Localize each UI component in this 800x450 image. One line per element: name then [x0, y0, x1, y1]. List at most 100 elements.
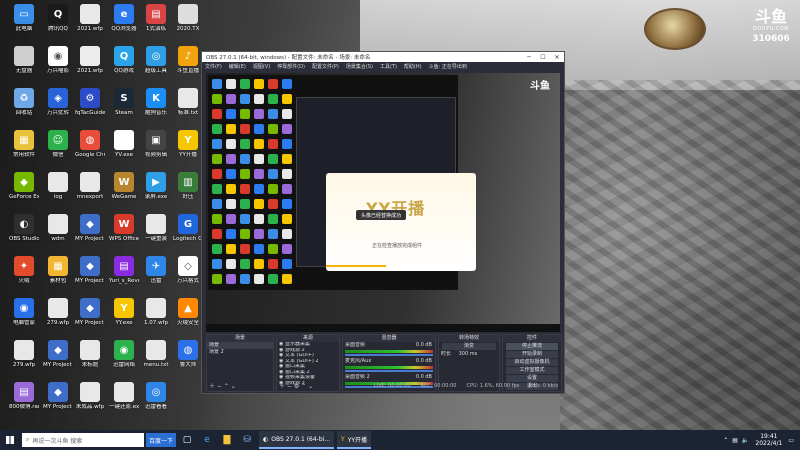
- desktop-icon[interactable]: 一键重装: [141, 214, 171, 250]
- desktop-icon[interactable]: 标准.txt: [173, 88, 203, 124]
- scene-item[interactable]: 场景 2: [207, 349, 273, 356]
- minimize-icon[interactable]: ─: [522, 54, 536, 61]
- desktop-icon[interactable]: ◎ 超级工具: [141, 46, 171, 82]
- desktop-icon[interactable]: ▤ 1式演练: [141, 4, 171, 40]
- duration-input[interactable]: 300 ms: [459, 351, 478, 357]
- desktop-icon[interactable]: K 酷狗音乐: [141, 88, 171, 124]
- menu-item[interactable]: 文件(F): [205, 63, 222, 70]
- yy-splash[interactable]: YY开播 头像已经替换成功 正在检查播放完成组件: [326, 173, 476, 271]
- control-button[interactable]: 工作室模式: [506, 367, 558, 374]
- volume-icon[interactable]: 🔈: [742, 437, 749, 444]
- search-input[interactable]: 再说一次斗鱼 搜索: [32, 436, 82, 445]
- desktop-icon[interactable]: ◉ 电脑管家: [9, 298, 39, 334]
- obs-preview[interactable]: 斗鱼 YY开播 头像已经替换成功 正在检查播放完成组件: [206, 73, 560, 332]
- desktop-icon[interactable]: ◉ 万兴喵影: [43, 46, 73, 82]
- clock[interactable]: 19:41 2022/4/1: [755, 433, 782, 447]
- desktop-icon[interactable]: ▲ 火绒安全: [173, 298, 203, 334]
- desktop-icon[interactable]: e QQ浏览器: [109, 4, 139, 40]
- desktop-icon[interactable]: ◇ 万兴格式: [173, 256, 203, 292]
- desktop-icon[interactable]: ◆ GeForce Experience: [9, 172, 39, 208]
- desktop-icon[interactable]: 未标题: [75, 340, 105, 376]
- volume-slider[interactable]: [345, 370, 433, 372]
- desktop-icon[interactable]: Y YY.exe: [109, 298, 139, 334]
- desktop-icon[interactable]: Y YY开播: [173, 130, 203, 166]
- transition-select[interactable]: 渐变: [442, 343, 496, 350]
- task-view-icon[interactable]: ▢: [178, 431, 196, 449]
- tray-chevron-icon[interactable]: ⌃: [723, 437, 728, 444]
- explorer-icon[interactable]: ▇: [218, 431, 236, 449]
- desktop-icon[interactable]: 2020.TX: [173, 4, 203, 40]
- desktop-icon[interactable]: mnexport: [75, 172, 105, 208]
- desktop-icon[interactable]: ◈ 万兴优转: [43, 88, 73, 124]
- desktop-icon[interactable]: ▦ 常用软件: [9, 130, 39, 166]
- desktop-icon[interactable]: ▤ 800微博.rar: [9, 382, 39, 418]
- notification-icon[interactable]: ▭: [788, 437, 794, 444]
- menu-item[interactable]: 工具(T): [380, 63, 397, 70]
- desktop-icon[interactable]: ◆ MY Project 2.wfp: [75, 256, 105, 292]
- menu-item[interactable]: 停靠部件(D): [277, 63, 305, 70]
- search-button[interactable]: 百度一下: [146, 433, 176, 447]
- desktop-icon[interactable]: ▣ 视频剪辑: [141, 130, 171, 166]
- desktop-icon[interactable]: 279.wfp: [43, 298, 73, 334]
- menu-item[interactable]: 编辑(E): [229, 63, 246, 70]
- desktop-icon[interactable]: 279.wfp: [9, 340, 39, 376]
- edge-icon[interactable]: e: [198, 431, 216, 449]
- taskbar-search[interactable]: ⌕ 再说一次斗鱼 搜索: [22, 433, 144, 447]
- desktop-icon[interactable]: ◆ MY Project 2.wfp: [75, 298, 105, 334]
- maximize-icon[interactable]: ☐: [536, 54, 550, 61]
- menu-item[interactable]: 斗鱼: 正在导出到: [429, 63, 467, 70]
- desktop-icon[interactable]: ▭ 此电脑: [9, 4, 39, 40]
- network-icon[interactable]: ▤: [732, 437, 738, 444]
- desktop-icon[interactable]: ◆ MY Project 5.wfp: [43, 382, 73, 418]
- desktop-icon[interactable]: ⚙ fqTacGuide: [75, 88, 105, 124]
- task-yy[interactable]: Y YY开播: [337, 431, 372, 449]
- obs-window[interactable]: OBS 27.0.1 (64-bit, windows) - 配置文件: 未命名…: [201, 51, 565, 394]
- desktop-icon[interactable]: W WeGame: [109, 172, 139, 208]
- desktop-icon[interactable]: ◍ Google Chrome: [75, 130, 105, 166]
- desktop-icon[interactable]: S Steam: [109, 88, 139, 124]
- desktop-icon[interactable]: ☺ 微信: [43, 130, 73, 166]
- desktop-icon[interactable]: menu.txt: [141, 340, 171, 376]
- desktop-icon[interactable]: Q QQ游戏: [109, 46, 139, 82]
- volume-slider[interactable]: [345, 354, 433, 356]
- start-button[interactable]: [0, 430, 20, 450]
- desktop-icon[interactable]: ▥ 好压: [173, 172, 203, 208]
- desktop-icon[interactable]: ◆ MY Project 3.wfp: [43, 340, 73, 376]
- desktop-icon[interactable]: ◎ 迅雷看看: [141, 382, 171, 418]
- desktop-icon[interactable]: Q 腾讯QQ: [43, 4, 73, 40]
- desktop-icon[interactable]: 无盘器: [9, 46, 39, 82]
- menu-item[interactable]: 帮助(H): [404, 63, 422, 70]
- desktop-icon[interactable]: ▦ 素材包: [43, 256, 73, 292]
- desktop-icon[interactable]: ◍ 鲁大师: [173, 340, 203, 376]
- desktop-icon[interactable]: G Logitech G HUB: [173, 214, 203, 250]
- desktop-icon[interactable]: ◉ 迅雷网络: [109, 340, 139, 376]
- desktop-icon[interactable]: log: [43, 172, 73, 208]
- menu-item[interactable]: 配置文件(P): [312, 63, 339, 70]
- desktop-icon[interactable]: ▶ 录屏.exe: [141, 172, 171, 208]
- control-button[interactable]: 停止推流: [506, 343, 558, 350]
- control-button[interactable]: 启动虚拟摄像机: [506, 359, 558, 366]
- close-icon[interactable]: ✕: [550, 54, 564, 61]
- store-icon[interactable]: ⛁: [238, 431, 256, 449]
- desktop-icon[interactable]: ◆ MY Project 1.wfp: [75, 214, 105, 250]
- desktop-icon[interactable]: ✈ 迅雷: [141, 256, 171, 292]
- desktop-icon[interactable]: ✦ 火绒: [9, 256, 39, 292]
- desktop-icon[interactable]: YV.exe: [109, 130, 139, 166]
- desktop-icon[interactable]: 1.07.wfp: [141, 298, 171, 334]
- task-obs[interactable]: ◐ OBS 27.0.1 (64-bi...: [259, 431, 335, 449]
- desktop-icon[interactable]: 2021.wfp: [75, 46, 105, 82]
- desktop-icon[interactable]: wdm: [43, 214, 73, 250]
- desktop-icon[interactable]: 2021.wfp: [75, 4, 105, 40]
- desktop-icon[interactable]: ♪ 斗鱼直播: [173, 46, 203, 82]
- menu-item[interactable]: 视图(V): [253, 63, 270, 70]
- control-button[interactable]: 设置: [506, 375, 558, 382]
- desktop-icon[interactable]: 一键还原.exe: [109, 382, 139, 418]
- desktop-icon[interactable]: 未成品.wfp: [75, 382, 105, 418]
- menu-item[interactable]: 场景集合(S): [346, 63, 373, 70]
- scene-item[interactable]: 场景: [207, 342, 273, 349]
- desktop-icon[interactable]: ▤ Yuri_s_Revenge: [109, 256, 139, 292]
- desktop-icon[interactable]: W WPS Office: [109, 214, 139, 250]
- obs-titlebar[interactable]: OBS 27.0.1 (64-bit, windows) - 配置文件: 未命名…: [202, 52, 564, 62]
- desktop-icon[interactable]: ♻ 回收站: [9, 88, 39, 124]
- desktop-icon[interactable]: ◐ OBS Studio: [9, 214, 39, 250]
